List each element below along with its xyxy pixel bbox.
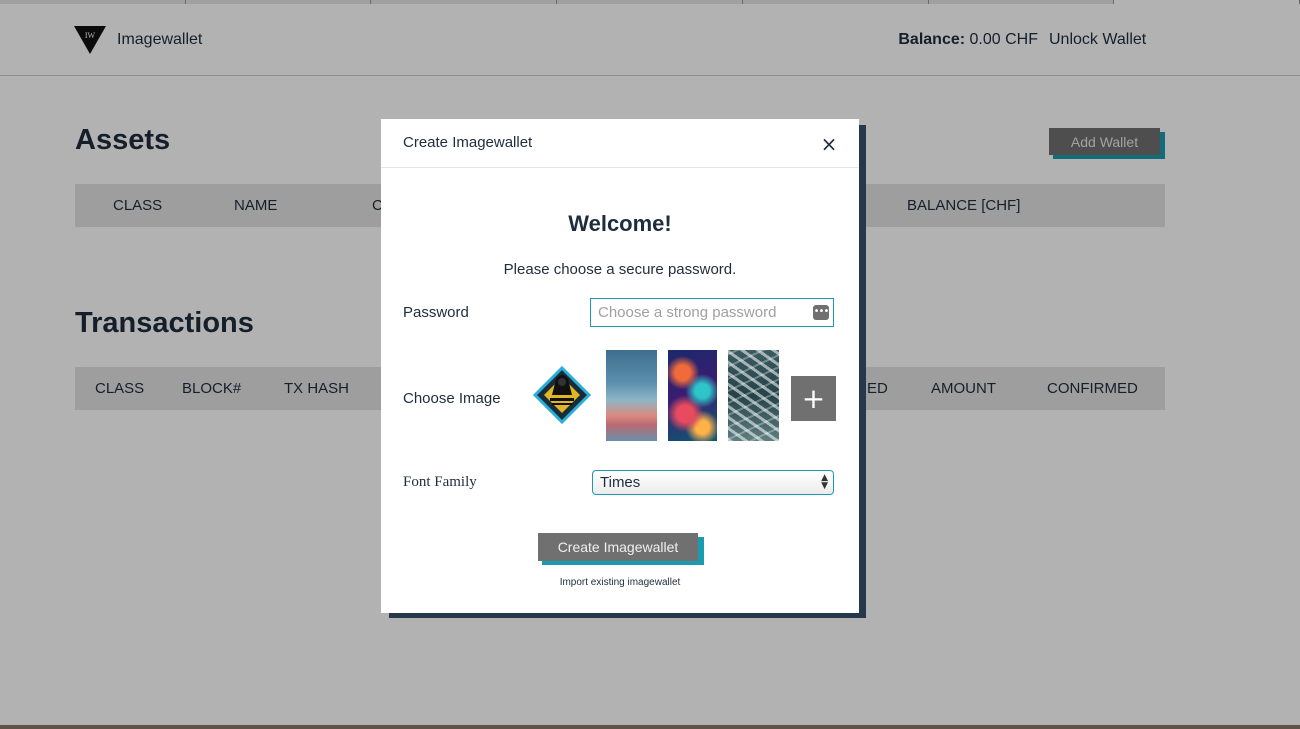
close-icon[interactable]: × xyxy=(818,133,840,155)
password-manager-icon[interactable]: ••• xyxy=(813,305,829,320)
import-existing-link[interactable]: Import existing imagewallet xyxy=(381,577,859,588)
image-option-waves[interactable] xyxy=(728,350,779,441)
create-imagewallet-button[interactable]: Create Imagewallet xyxy=(538,533,698,561)
choose-image-label: Choose Image xyxy=(403,390,501,407)
modal-header: Create Imagewallet × xyxy=(381,119,859,168)
image-option-painting[interactable] xyxy=(668,350,717,441)
create-imagewallet-modal: Create Imagewallet × Welcome! Please cho… xyxy=(381,119,859,613)
font-family-select[interactable]: Times ▲ ▼ xyxy=(592,470,834,495)
password-instructions: Please choose a secure password. xyxy=(503,261,737,278)
image-option-logo[interactable] xyxy=(532,365,592,425)
password-input[interactable] xyxy=(590,298,834,327)
font-family-label: Font Family xyxy=(403,474,477,490)
add-image-plus-icon[interactable]: + xyxy=(791,376,836,421)
welcome-heading: Welcome! xyxy=(568,211,672,236)
bottom-edge-bar xyxy=(0,725,1300,729)
font-family-selected-value: Times xyxy=(600,474,641,491)
create-button-wrap: Create Imagewallet xyxy=(538,533,704,565)
modal-title: Create Imagewallet xyxy=(403,134,533,151)
image-option-sky[interactable] xyxy=(606,350,657,441)
password-label: Password xyxy=(403,304,469,321)
select-updown-icon: ▲ ▼ xyxy=(821,473,828,491)
